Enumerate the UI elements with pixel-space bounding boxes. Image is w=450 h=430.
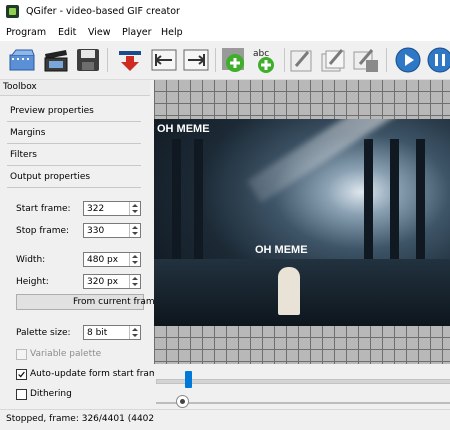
variable-palette-label: Variable palette — [30, 349, 102, 359]
spin-arrows-icon[interactable] — [129, 275, 140, 288]
start-frame-spinbox[interactable]: 322 — [83, 201, 141, 216]
button-label: From current fram — [73, 297, 155, 307]
video-frame: OH MEME OH MEME — [154, 119, 450, 327]
section-label: Preview properties — [10, 106, 94, 116]
toolbar-separator — [107, 48, 108, 72]
spin-arrows-icon[interactable] — [129, 224, 140, 237]
set-end-icon[interactable] — [182, 46, 210, 74]
section-output-properties[interactable]: Output properties — [7, 167, 141, 188]
stop-frame-spinbox[interactable]: 330 — [83, 223, 141, 238]
edit-frames-icon[interactable] — [320, 46, 348, 74]
stop-frame-label: Stop frame: — [16, 226, 70, 236]
transparency-margin-bottom — [154, 326, 450, 364]
playback-controls — [154, 364, 450, 409]
menu-edit[interactable]: Edit — [58, 27, 76, 38]
toolbar: abc — [0, 41, 450, 80]
frame-range-handle[interactable] — [185, 371, 193, 388]
menu-help[interactable]: Help — [161, 27, 183, 38]
height-spinbox[interactable]: 320 px — [83, 274, 141, 289]
palette-size-value: 8 bit — [87, 328, 108, 338]
height-label: Height: — [16, 277, 49, 287]
palette-size-label: Palette size: — [16, 328, 71, 338]
play-icon[interactable] — [394, 46, 422, 74]
add-text-icon[interactable]: abc — [252, 46, 280, 74]
open-video-icon[interactable] — [8, 46, 36, 74]
floor-shape — [154, 259, 450, 327]
preview-viewport: OH MEME OH MEME — [154, 80, 450, 364]
menu-view[interactable]: View — [88, 27, 111, 38]
height-value: 320 px — [87, 277, 119, 287]
menu-program[interactable]: Program — [6, 27, 46, 38]
save-frames-icon[interactable] — [352, 46, 380, 74]
width-label: Width: — [16, 255, 46, 265]
window-title: QGifer - video-based GIF creator — [26, 6, 180, 17]
status-text: Stopped, frame: 326/4401 (4402 — [6, 414, 155, 424]
dithering-label: Dithering — [30, 389, 72, 399]
title-bar: QGifer - video-based GIF creator — [0, 0, 450, 24]
edit-icon[interactable] — [288, 46, 316, 74]
add-object-icon[interactable] — [220, 46, 248, 74]
seek-handle[interactable] — [176, 395, 190, 408]
width-value: 480 px — [87, 255, 119, 265]
toolbar-separator — [386, 48, 387, 72]
seek-track[interactable] — [156, 402, 450, 404]
stop-frame-value: 330 — [87, 226, 105, 236]
section-label: Output properties — [10, 172, 91, 182]
set-start-icon[interactable] — [150, 46, 178, 74]
save-icon[interactable] — [74, 46, 102, 74]
frame-range-track[interactable] — [156, 379, 450, 384]
toolbox-panel: Toolbox Preview properties Margins Filte… — [0, 80, 158, 409]
meme-text-top: OH MEME — [157, 123, 210, 135]
from-current-frame-button[interactable]: From current fram — [16, 294, 155, 310]
section-filters[interactable]: Filters — [7, 145, 141, 166]
spin-arrows-icon[interactable] — [129, 326, 140, 339]
toolbox-header: Toolbox — [0, 80, 150, 96]
meme-text-center: OH MEME — [255, 244, 308, 256]
section-label: Margins — [10, 128, 46, 138]
figure-shape — [278, 267, 300, 315]
spin-arrows-icon[interactable] — [129, 253, 140, 266]
open-camera-icon[interactable] — [42, 46, 70, 74]
dithering-checkbox[interactable] — [16, 389, 27, 400]
extract-icon[interactable] — [116, 46, 144, 74]
pause-icon[interactable] — [426, 46, 450, 74]
section-preview-properties[interactable]: Preview properties — [7, 101, 141, 122]
auto-update-checkbox[interactable] — [16, 369, 27, 380]
toolbar-separator — [284, 48, 285, 72]
menu-bar: Program Edit View Player Help — [0, 24, 450, 41]
status-bar: Stopped, frame: 326/4401 (4402 — [0, 409, 450, 430]
variable-palette-checkbox[interactable] — [16, 349, 27, 360]
app-icon — [6, 5, 19, 18]
toolbar-separator — [215, 48, 216, 72]
width-spinbox[interactable]: 480 px — [83, 252, 141, 267]
start-frame-label: Start frame: — [16, 204, 71, 214]
section-margins[interactable]: Margins — [7, 123, 141, 144]
toolbox-title: Toolbox — [3, 82, 37, 92]
light-beam — [246, 119, 404, 203]
menu-player[interactable]: Player — [122, 27, 152, 38]
spin-arrows-icon[interactable] — [129, 202, 140, 215]
transparency-margin-top — [154, 80, 450, 120]
auto-update-label: Auto-update form start fram — [30, 369, 158, 379]
palette-size-spinbox[interactable]: 8 bit — [83, 325, 141, 340]
section-label: Filters — [10, 150, 37, 160]
start-frame-value: 322 — [87, 204, 105, 214]
